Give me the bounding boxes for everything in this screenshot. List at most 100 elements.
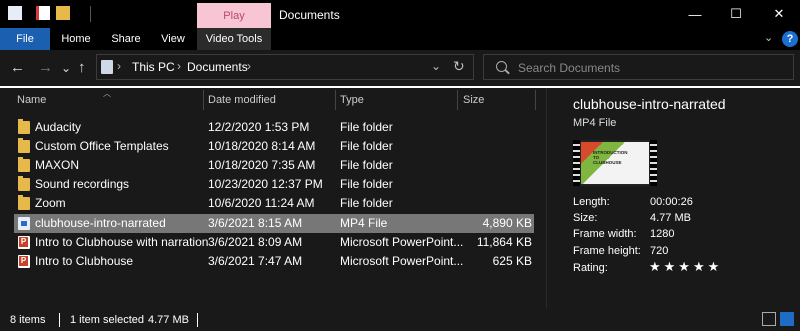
large-icons-view-icon[interactable] xyxy=(780,312,794,326)
column-header-name[interactable]: Name xyxy=(17,88,46,112)
refresh-icon[interactable]: ↻ xyxy=(453,58,465,75)
status-selected: 1 item selected xyxy=(70,314,144,326)
file-type: File folder xyxy=(340,120,393,134)
property-value: 1280 xyxy=(650,228,675,240)
file-date: 10/6/2020 11:24 AM xyxy=(208,196,315,210)
file-size: 4,890 KB xyxy=(482,216,532,230)
rating-stars[interactable]: ★★★★★ xyxy=(649,259,722,275)
up-button[interactable]: ↑ xyxy=(78,59,86,77)
tab-home[interactable]: Home xyxy=(55,28,97,50)
details-view-icon[interactable] xyxy=(762,312,776,326)
column-divider[interactable] xyxy=(457,90,458,110)
preview-pane: clubhouse-intro-narrated MP4 File INTROD… xyxy=(546,88,800,308)
tab-file[interactable]: File xyxy=(0,28,50,50)
file-row[interactable]: Sound recordings 10/23/2020 12:37 PM Fil… xyxy=(14,175,534,194)
column-divider[interactable] xyxy=(535,90,536,110)
file-row[interactable]: Zoom 10/6/2020 11:24 AM File folder xyxy=(14,194,534,213)
file-date: 10/18/2020 7:35 AM xyxy=(208,158,316,172)
forward-button[interactable]: → xyxy=(38,59,53,77)
tab-video-tools[interactable]: Video Tools xyxy=(197,28,271,50)
minimize-button[interactable]: — xyxy=(676,3,714,25)
file-list: Name Date modified Type Size Audacity 12… xyxy=(0,88,546,308)
file-row[interactable]: MAXON 10/18/2020 7:35 AM File folder xyxy=(14,156,534,175)
file-name: Intro to Clubhouse xyxy=(35,254,134,268)
address-dropdown-icon[interactable]: ⌄ xyxy=(431,59,441,73)
property-label: Length: xyxy=(573,196,610,208)
file-row[interactable]: Custom Office Templates 10/18/2020 8:14 … xyxy=(14,137,534,156)
file-date: 3/6/2021 7:47 AM xyxy=(208,254,303,268)
search-input[interactable]: Search Documents xyxy=(518,61,620,75)
search-icon xyxy=(496,61,507,72)
sort-ascending-icon: ︿ xyxy=(103,89,111,98)
powerpoint-file-icon xyxy=(18,236,30,249)
video-file-icon xyxy=(18,217,30,230)
close-button[interactable]: ✕ xyxy=(760,3,798,25)
file-date: 10/18/2020 8:14 AM xyxy=(208,139,316,153)
checkmark-document-icon[interactable] xyxy=(36,6,50,20)
window-title: Documents xyxy=(279,8,340,22)
search-box[interactable]: Search Documents xyxy=(483,54,794,80)
property-value: 4.77 MB xyxy=(650,212,691,224)
breadcrumb-separator[interactable]: › xyxy=(117,59,121,73)
maximize-button[interactable]: ☐ xyxy=(717,3,755,25)
film-strip-left xyxy=(573,140,580,186)
status-item-count: 8 items xyxy=(10,314,46,326)
file-name: Zoom xyxy=(35,196,66,210)
file-size: 625 KB xyxy=(492,254,532,268)
recent-locations-button[interactable]: ⌄ xyxy=(61,59,71,77)
file-date: 3/6/2021 8:15 AM xyxy=(208,216,303,230)
file-type: Microsoft PowerPoint... xyxy=(340,235,464,249)
column-header-size[interactable]: Size xyxy=(463,88,484,112)
file-row[interactable]: Audacity 12/2/2020 1:53 PM File folder xyxy=(14,118,534,137)
file-row[interactable]: Intro to Clubhouse 3/6/2021 7:47 AM Micr… xyxy=(14,252,534,271)
pc-location-icon xyxy=(101,60,113,74)
ribbon-collapse-icon[interactable]: ⌄ xyxy=(764,31,773,44)
breadcrumb-separator[interactable]: › xyxy=(247,59,251,73)
breadcrumb-this-pc[interactable]: This PC xyxy=(132,60,175,74)
breadcrumb-documents[interactable]: Documents xyxy=(187,60,248,74)
file-type: MP4 File xyxy=(340,216,388,230)
folder-icon xyxy=(18,119,30,134)
file-name: Custom Office Templates xyxy=(35,139,169,153)
file-row[interactable]: Intro to Clubhouse with narration 3/6/20… xyxy=(14,233,534,252)
address-bar[interactable]: › This PC › Documents › ⌄ ↻ xyxy=(96,54,474,80)
tab-share[interactable]: Share xyxy=(106,28,146,50)
status-size: 4.77 MB xyxy=(148,314,189,326)
file-type: File folder xyxy=(340,196,393,210)
ribbon-tabs: File Home Share View Video Tools ⌄ ? xyxy=(0,28,800,50)
help-icon[interactable]: ? xyxy=(782,31,798,47)
properties-icon[interactable] xyxy=(8,6,22,20)
file-type: File folder xyxy=(340,139,393,153)
breadcrumb-separator[interactable]: › xyxy=(177,59,181,73)
toolbar-divider xyxy=(90,6,91,22)
play-context-tab[interactable]: Play xyxy=(197,3,271,28)
status-bar: 8 items 1 item selected 4.77 MB xyxy=(0,308,800,331)
folder-icon xyxy=(18,157,30,172)
file-date: 10/23/2020 12:37 PM xyxy=(208,177,323,191)
file-row-selected[interactable]: clubhouse-intro-narrated 3/6/2021 8:15 A… xyxy=(14,214,534,233)
column-divider[interactable] xyxy=(203,90,204,110)
property-value: 720 xyxy=(650,245,669,257)
column-divider[interactable] xyxy=(335,90,336,110)
column-header-type[interactable]: Type xyxy=(340,88,364,112)
tab-view[interactable]: View xyxy=(153,28,193,50)
file-date: 12/2/2020 1:53 PM xyxy=(208,120,310,134)
video-thumbnail[interactable]: INTRODUCTION TO CLUBHOUSE xyxy=(573,140,657,186)
preview-title: clubhouse-intro-narrated xyxy=(573,96,726,112)
preview-file-type: MP4 File xyxy=(573,117,617,129)
thumbnail-art: INTRODUCTION TO CLUBHOUSE xyxy=(581,142,649,184)
property-label: Frame width: xyxy=(573,228,637,240)
title-bar: Play Documents — ☐ ✕ xyxy=(0,0,800,28)
file-name: Audacity xyxy=(35,120,82,134)
back-button[interactable]: ← xyxy=(10,59,25,77)
file-date: 3/6/2021 8:09 AM xyxy=(208,235,303,249)
status-divider xyxy=(59,313,60,327)
folder-icon xyxy=(18,195,30,210)
new-folder-icon[interactable] xyxy=(56,6,70,20)
file-name: clubhouse-intro-narrated xyxy=(35,216,166,230)
file-name: Intro to Clubhouse with narration xyxy=(35,235,209,249)
file-type: Microsoft PowerPoint... xyxy=(340,254,464,268)
folder-icon xyxy=(18,138,30,153)
column-header-date[interactable]: Date modified xyxy=(208,88,276,112)
property-label: Frame height: xyxy=(573,245,641,257)
